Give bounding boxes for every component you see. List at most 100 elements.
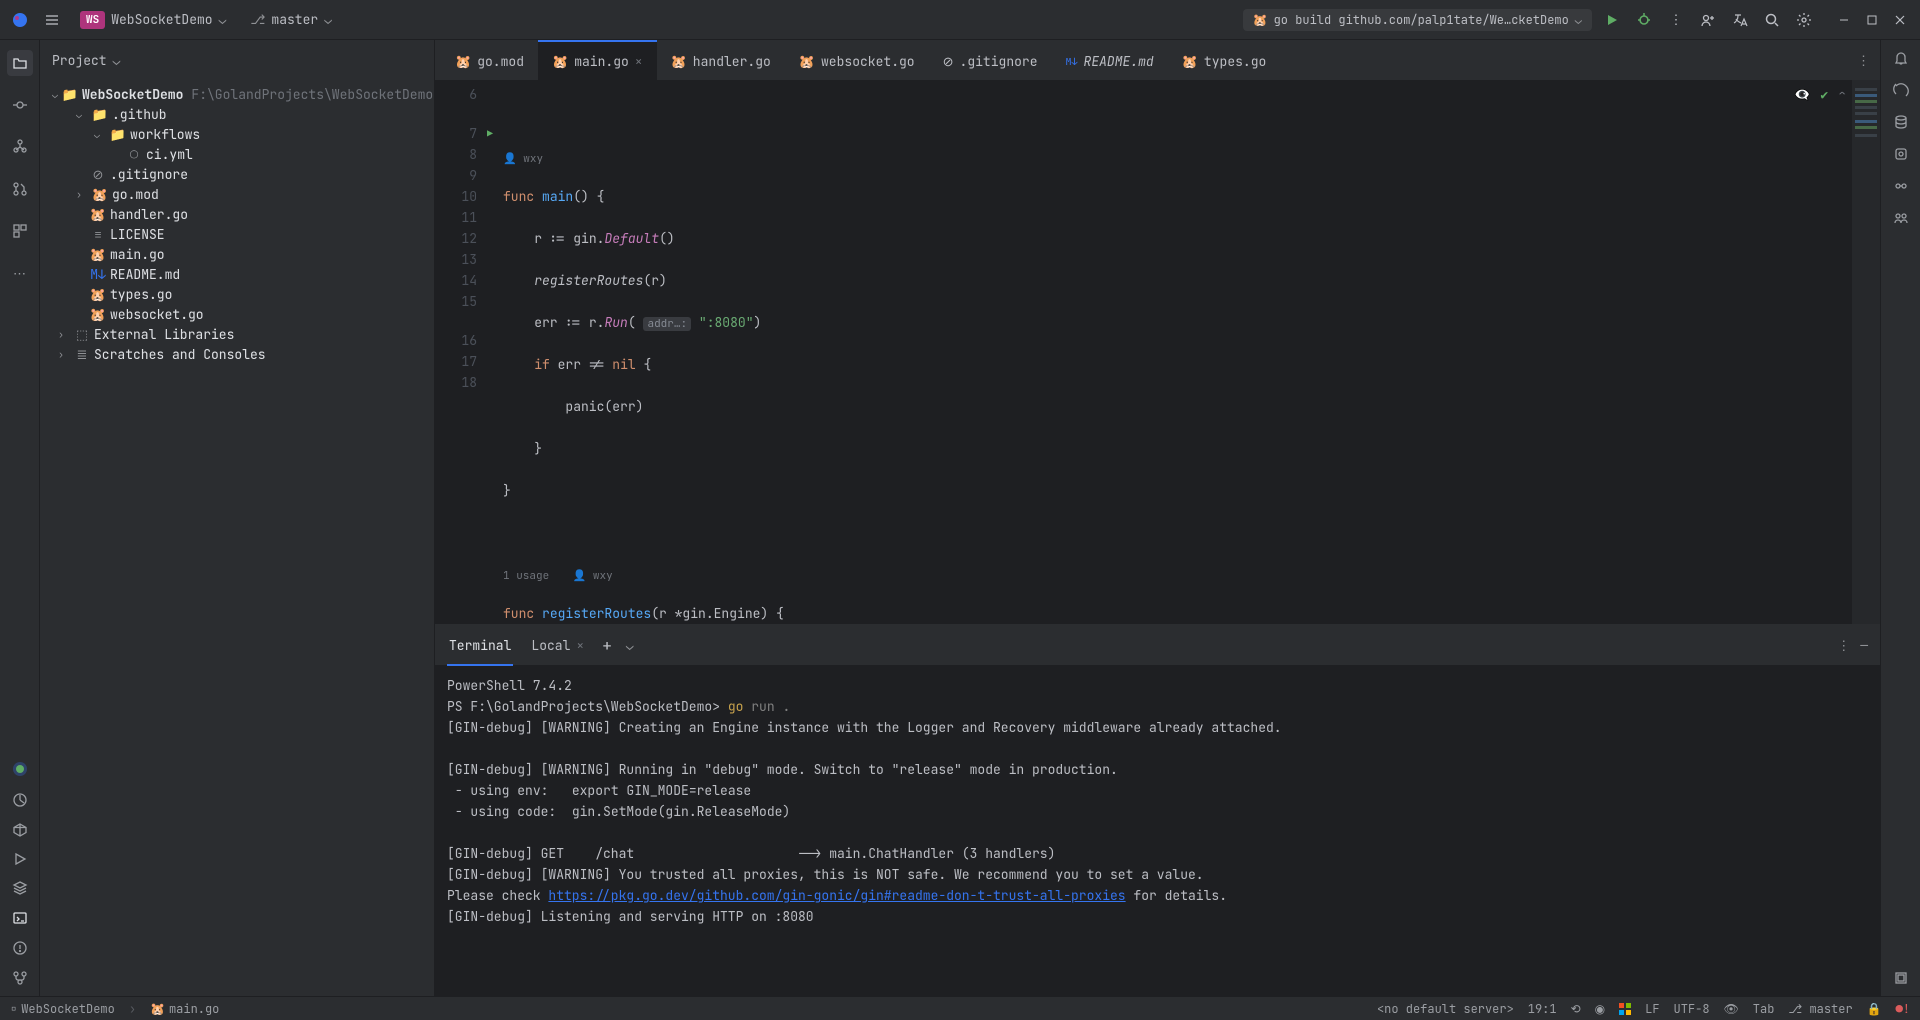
close-icon[interactable]: × [576,637,584,654]
status-wrap-icon[interactable]: ⟲ [1571,1001,1581,1017]
close-button[interactable] [1888,8,1912,32]
project-tree[interactable]: ⌄ 📁 WebSocketDemo F:\GolandProjects\WebS… [40,80,434,996]
tree-folder-github[interactable]: ⌄📁.github [40,104,434,124]
status-indent[interactable]: Tab [1753,1001,1775,1017]
hide-panel-icon[interactable]: — [1860,637,1868,654]
terminal-dropdown-icon[interactable]: ⌄ [626,637,634,654]
ide-logo-icon[interactable] [8,8,32,32]
minimize-button[interactable] [1832,8,1856,32]
vcs-tool-icon[interactable] [12,970,28,986]
main-menu-icon[interactable] [40,8,64,32]
code-with-me-icon[interactable] [1696,8,1720,32]
status-server[interactable]: <no default server> [1377,1001,1514,1017]
more-actions-icon[interactable]: ⋮ [1664,8,1688,32]
pull-requests-icon[interactable] [7,176,33,202]
project-selector[interactable]: WS WebSocketDemo ⌄ [72,8,234,32]
notifications-icon[interactable] [1893,50,1909,66]
tree-file-types[interactable]: 🐹types.go [40,284,434,304]
collab-icon[interactable] [1893,210,1909,226]
tabs-more-icon[interactable]: ⋮ [1857,52,1870,69]
status-error-icon[interactable]: ●! [1896,1001,1910,1017]
commit-tool-icon[interactable] [7,92,33,118]
problems-icon[interactable] [12,940,28,956]
maximize-button[interactable] [1860,8,1884,32]
vcs-branch-selector[interactable]: ⎇ master ⌄ [242,8,340,31]
tab-main-go[interactable]: 🐹main.go× [538,40,657,80]
tree-file-gitignore[interactable]: ⊘.gitignore [40,164,434,184]
go-file-icon: 🐹 [90,306,106,323]
status-lock-icon[interactable]: 🔒 [1867,1001,1882,1017]
branch-icon: ⎇ [250,11,265,28]
usage-inlay[interactable]: 1 usage [503,569,549,583]
status-readonly-icon[interactable]: 👁 [1724,1001,1739,1017]
terminal-tool-icon[interactable] [12,910,28,926]
run-config-label: go build github.com/palp1tate/We…cketDem… [1274,12,1569,28]
tab-websocket-go[interactable]: 🐹websocket.go [785,40,929,80]
breadcrumb-file[interactable]: 🐹main.go [150,1001,219,1017]
inspection-ok-icon[interactable]: ✔ [1820,86,1828,103]
status-branch[interactable]: ⎇ master [1788,1001,1852,1017]
tree-file-readme[interactable]: M↓README.md [40,264,434,284]
chevron-down-icon: ⌄ [1575,12,1582,28]
tab-handler-go[interactable]: 🐹handler.go [657,40,785,80]
new-terminal-button[interactable]: + [602,635,612,656]
status-caret-pos[interactable]: 19:1 [1528,1001,1557,1017]
tree-scratches[interactable]: ›≣Scratches and Consoles [40,344,434,364]
status-encoding[interactable]: UTF-8 [1674,1001,1710,1017]
profiler-icon[interactable] [12,792,28,808]
tree-external-libs[interactable]: ›⬚External Libraries [40,324,434,344]
ai-chat-icon[interactable] [1893,82,1909,98]
gutter: 6 7 8 9 10 11 12 13 14 15 16 17 18 [435,80,495,624]
terminal-session-tab[interactable]: Local× [527,635,588,656]
terminal-output[interactable]: PowerShell 7.4.2 PS F:\GolandProjects\We… [435,665,1880,996]
endpoints-icon[interactable] [1893,178,1909,194]
tree-file-websocket[interactable]: 🐹websocket.go [40,304,434,324]
project-tool-icon[interactable] [7,50,33,76]
tree-file-handler[interactable]: 🐹handler.go [40,204,434,224]
tree-folder-workflows[interactable]: ⌄📁workflows [40,124,434,144]
run-config-selector[interactable]: 🐹 go build github.com/palp1tate/We…cketD… [1243,9,1592,31]
close-icon[interactable]: × [635,53,643,70]
tree-file-main[interactable]: 🐹main.go [40,244,434,264]
build-tool-icon[interactable] [12,822,28,838]
database-icon[interactable] [1893,114,1909,130]
ignore-icon: ⊘ [943,53,954,70]
status-windows-icon[interactable] [1619,1003,1631,1015]
structure-tool-icon[interactable] [7,134,33,160]
layers-icon[interactable] [12,880,28,896]
tree-file-gomod[interactable]: ›🐹go.mod [40,184,434,204]
terminal-options-icon[interactable]: ⋮ [1837,637,1850,654]
status-line-sep[interactable]: LF [1645,1001,1659,1017]
editor-area: 🐹go.mod 🐹main.go× 🐹handler.go 🐹websocket… [435,40,1880,996]
run-button[interactable] [1600,8,1624,32]
translate-icon[interactable] [1728,8,1752,32]
tree-file-ci[interactable]: ◯ci.yml [40,144,434,164]
author-inlay: 👤 [503,152,523,166]
code-editor[interactable]: 6 7 8 9 10 11 12 13 14 15 16 17 18 👤 wxy… [435,80,1880,624]
breadcrumb-project[interactable]: ▫WebSocketDemo [10,1001,115,1017]
tab-readme[interactable]: M↓README.md [1052,40,1168,80]
terminal-link[interactable]: https://pkg.go.dev/github.com/gin-gonic/… [548,887,1125,904]
tree-file-license[interactable]: ≡LICENSE [40,224,434,244]
services-tool-icon[interactable] [7,218,33,244]
more-tools-icon[interactable]: ⋯ [7,260,33,286]
ai-assistant-icon[interactable] [11,760,29,778]
minimap[interactable] [1852,80,1880,624]
project-panel-header[interactable]: Project ⌄ [40,40,434,80]
reader-mode-icon[interactable]: 👁‍🗨 [1794,86,1810,103]
makefile-icon[interactable] [1893,146,1909,162]
debug-button[interactable] [1632,8,1656,32]
tree-root[interactable]: ⌄ 📁 WebSocketDemo F:\GolandProjects\WebS… [40,84,434,104]
expand-icon[interactable]: ⌃ [1838,86,1846,103]
tab-go-mod[interactable]: 🐹go.mod [441,40,538,80]
status-copilot-icon[interactable]: ◉ [1595,1001,1605,1017]
code-body[interactable]: 👤 wxy func main() { r := gin.Default() r… [495,80,1880,624]
settings-icon[interactable] [1792,8,1816,32]
run-tool-icon[interactable] [13,852,27,866]
search-icon[interactable] [1760,8,1784,32]
tab-gitignore[interactable]: ⊘.gitignore [929,40,1052,80]
terminal-tab-main[interactable]: Terminal [447,633,513,658]
tab-types-go[interactable]: 🐹types.go [1168,40,1281,80]
module-icon: ▫ [10,1001,17,1017]
coverage-icon[interactable] [1893,970,1909,986]
